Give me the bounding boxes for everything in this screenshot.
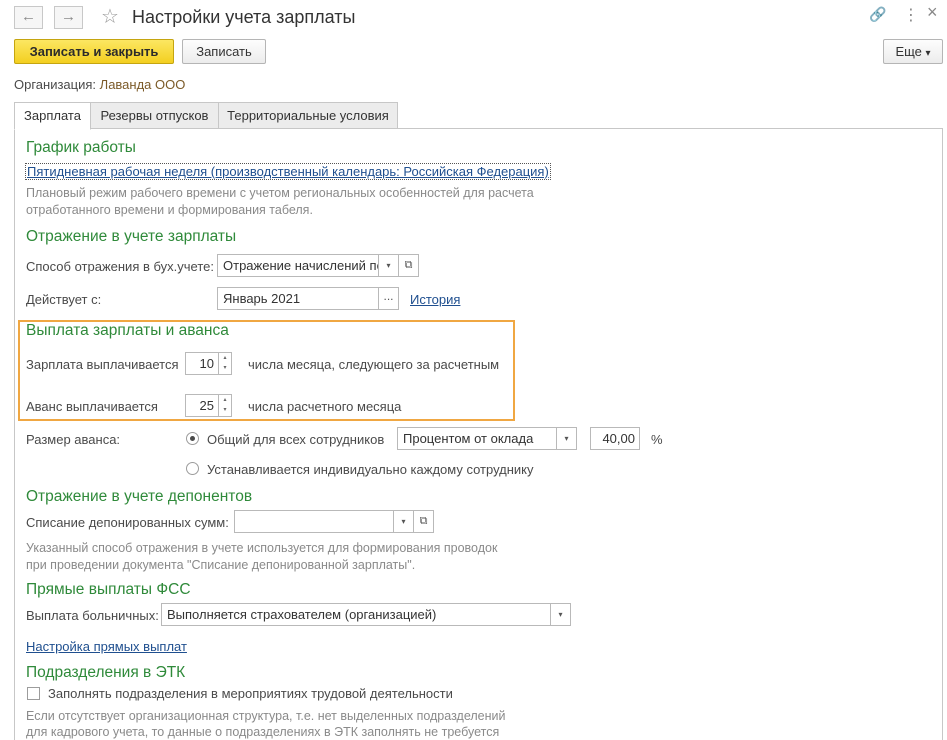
payment-heading: Выплата зарплаты и аванса bbox=[26, 322, 229, 339]
advance-day-stepper[interactable]: ▴ ▾ bbox=[218, 394, 232, 417]
advance-individual-label[interactable]: Устанавливается индивидуально каждому со… bbox=[207, 462, 534, 477]
schedule-hint-line2: отработанного времени и формирования таб… bbox=[26, 203, 313, 217]
more-vertical-icon[interactable]: ⋮ bbox=[903, 5, 919, 25]
tab-vacation-reserves[interactable]: Резервы отпусков bbox=[90, 102, 219, 129]
advance-method-dropdown[interactable]: ▾ bbox=[556, 427, 577, 450]
etk-hint-line1: Если отсутствует организационная структу… bbox=[26, 709, 506, 723]
history-link[interactable]: История bbox=[410, 292, 460, 307]
percent-unit: % bbox=[651, 432, 663, 447]
advance-day-input[interactable]: 25 bbox=[185, 394, 219, 417]
dropdown-arrow-icon: ▾ bbox=[386, 261, 391, 270]
back-button[interactable]: ← bbox=[14, 6, 43, 29]
spin-down-icon[interactable]: ▾ bbox=[219, 363, 231, 373]
effective-from-label: Действует с: bbox=[26, 292, 102, 307]
deponents-writeoff-dropdown[interactable]: ▾ bbox=[393, 510, 414, 533]
deponents-hint-line2: при проведении документа "Списание депон… bbox=[26, 558, 416, 572]
spin-down-icon[interactable]: ▾ bbox=[219, 405, 231, 415]
sick-pay-dropdown[interactable]: ▾ bbox=[550, 603, 571, 626]
open-form-icon: ⧉ bbox=[419, 515, 428, 527]
chevron-down-icon: ▾ bbox=[925, 48, 931, 59]
etk-fill-subdivisions-label[interactable]: Заполнять подразделения в мероприятиях т… bbox=[48, 686, 453, 701]
deponents-hint-line1: Указанный способ отражения в учете испол… bbox=[26, 541, 498, 555]
salary-day-stepper[interactable]: ▴ ▾ bbox=[218, 352, 232, 375]
spin-up-icon[interactable]: ▴ bbox=[219, 353, 231, 363]
accounting-method-open-button[interactable]: ⧉ bbox=[398, 254, 419, 277]
save-button[interactable]: Записать bbox=[182, 39, 266, 64]
dropdown-arrow-icon: ▾ bbox=[558, 610, 563, 619]
advance-percent-input[interactable]: 40,00 bbox=[590, 427, 640, 450]
schedule-hint-line1: Плановый режим рабочего времени с учетом… bbox=[26, 186, 534, 200]
salary-paid-suffix: числа месяца, следующего за расчетным bbox=[248, 357, 500, 372]
advance-paid-suffix: числа расчетного месяца bbox=[248, 399, 402, 414]
effective-from-select-button[interactable]: ... bbox=[378, 287, 399, 310]
deponents-heading: Отражение в учете депонентов bbox=[26, 488, 253, 505]
dropdown-arrow-icon: ▾ bbox=[401, 517, 406, 526]
organization-value[interactable]: Лаванда ООО bbox=[100, 77, 186, 92]
salary-day-input[interactable]: 10 bbox=[185, 352, 219, 375]
sick-pay-label: Выплата больничных: bbox=[26, 608, 159, 623]
save-and-close-button[interactable]: Записать и закрыть bbox=[14, 39, 174, 64]
advance-individual-radio[interactable] bbox=[186, 462, 199, 475]
sick-pay-field[interactable]: Выполняется страхователем (организацией) bbox=[161, 603, 551, 626]
effective-from-field[interactable]: Январь 2021 bbox=[217, 287, 379, 310]
fss-heading: Прямые выплаты ФСС bbox=[26, 581, 191, 598]
advance-size-label: Размер аванса: bbox=[26, 432, 121, 447]
deponents-writeoff-label: Списание депонированных сумм: bbox=[26, 515, 229, 530]
open-form-icon: ⧉ bbox=[404, 259, 413, 271]
dropdown-arrow-icon: ▾ bbox=[564, 434, 569, 443]
etk-hint-line2: для кадрового учета, то данные о подразд… bbox=[26, 725, 500, 739]
advance-paid-label: Аванс выплачивается bbox=[26, 399, 158, 414]
tab-territorial-conditions[interactable]: Территориальные условия bbox=[218, 102, 398, 129]
arrow-left-icon: ← bbox=[21, 8, 36, 25]
schedule-link[interactable]: Пятидневная рабочая неделя (производстве… bbox=[25, 163, 551, 180]
organization-row: Организация: Лаванда ООО bbox=[14, 77, 185, 92]
accounting-method-field[interactable]: Отражение начислений по bbox=[217, 254, 379, 277]
spin-up-icon[interactable]: ▴ bbox=[219, 395, 231, 405]
accounting-method-dropdown[interactable]: ▾ bbox=[378, 254, 399, 277]
etk-fill-subdivisions-checkbox[interactable] bbox=[27, 687, 40, 700]
link-icon[interactable]: 🔗 bbox=[869, 6, 886, 23]
advance-method-field[interactable]: Процентом от оклада bbox=[397, 427, 557, 450]
more-button[interactable]: Еще ▾ bbox=[883, 39, 943, 64]
etk-heading: Подразделения в ЭТК bbox=[26, 664, 186, 681]
salary-paid-label: Зарплата выплачивается bbox=[26, 357, 179, 372]
accounting-heading: Отражение в учете зарплаты bbox=[26, 228, 237, 245]
close-icon[interactable]: × bbox=[927, 2, 938, 23]
more-label: Еще bbox=[895, 44, 922, 59]
tab-salary[interactable]: Зарплата bbox=[14, 102, 91, 130]
accounting-method-label: Способ отражения в бух.учете: bbox=[26, 259, 214, 274]
star-icon[interactable]: ☆ bbox=[101, 4, 119, 29]
forward-button[interactable]: → bbox=[54, 6, 83, 29]
deponents-writeoff-field[interactable] bbox=[234, 510, 394, 533]
direct-payments-settings-link[interactable]: Настройка прямых выплат bbox=[26, 639, 187, 654]
organization-label: Организация: bbox=[14, 77, 97, 92]
advance-common-label[interactable]: Общий для всех сотрудников bbox=[207, 432, 384, 447]
advance-common-radio[interactable] bbox=[186, 432, 199, 445]
schedule-heading: График работы bbox=[26, 139, 136, 156]
arrow-right-icon: → bbox=[61, 8, 76, 25]
page-title: Настройки учета зарплаты bbox=[132, 7, 356, 27]
deponents-writeoff-open-button[interactable]: ⧉ bbox=[413, 510, 434, 533]
